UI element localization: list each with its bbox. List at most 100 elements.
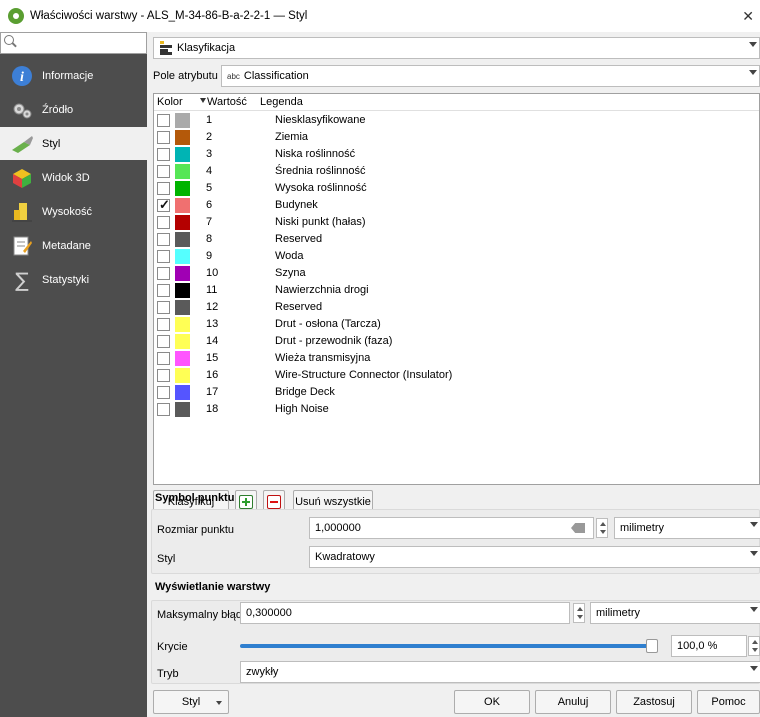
row-checkbox[interactable]: [157, 369, 170, 382]
sidebar-item-zrodlo[interactable]: Źródło: [0, 93, 147, 126]
row-legend[interactable]: Nawierzchnia drogi: [275, 284, 369, 296]
table-row[interactable]: 1 Niesklasyfikowane: [154, 112, 759, 129]
row-checkbox[interactable]: [157, 131, 170, 144]
row-legend[interactable]: Wysoka roślinność: [275, 182, 367, 194]
attribute-select[interactable]: abc Classification: [221, 65, 760, 87]
row-legend[interactable]: Średnia roślinność: [275, 165, 366, 177]
close-icon[interactable]: ✕: [742, 8, 754, 25]
column-header-value[interactable]: Wartość: [207, 96, 247, 108]
row-checkbox[interactable]: [157, 301, 170, 314]
color-swatch[interactable]: [175, 113, 190, 128]
color-swatch[interactable]: [175, 232, 190, 247]
row-checkbox[interactable]: [157, 267, 170, 280]
max-error-input[interactable]: 0,300000: [240, 602, 570, 624]
row-checkbox[interactable]: [157, 352, 170, 365]
row-legend[interactable]: Wire-Structure Connector (Insulator): [275, 369, 452, 381]
color-swatch[interactable]: [175, 215, 190, 230]
color-swatch[interactable]: [175, 266, 190, 281]
row-legend[interactable]: Wieża transmisyjna: [275, 352, 370, 364]
color-swatch[interactable]: [175, 368, 190, 383]
row-checkbox[interactable]: [157, 233, 170, 246]
row-checkbox[interactable]: [157, 403, 170, 416]
color-swatch[interactable]: [175, 334, 190, 349]
table-row[interactable]: 8 Reserved: [154, 231, 759, 248]
opacity-slider[interactable]: [240, 644, 652, 648]
sidebar-item-metadane[interactable]: Metadane: [0, 229, 147, 262]
row-legend[interactable]: Drut - osłona (Tarcza): [275, 318, 381, 330]
table-row[interactable]: 14 Drut - przewodnik (faza): [154, 333, 759, 350]
style-menu-button[interactable]: Styl: [153, 690, 229, 714]
color-swatch[interactable]: [175, 283, 190, 298]
row-checkbox[interactable]: [157, 148, 170, 161]
sidebar-item-styl[interactable]: Styl: [0, 127, 147, 160]
cancel-button[interactable]: Anuluj: [535, 690, 611, 714]
max-error-spinner[interactable]: [573, 603, 585, 623]
table-row[interactable]: 12 Reserved: [154, 299, 759, 316]
row-checkbox[interactable]: [157, 197, 170, 213]
row-legend[interactable]: Niska roślinność: [275, 148, 355, 160]
row-legend[interactable]: Ziemia: [275, 131, 308, 143]
row-legend[interactable]: Budynek: [275, 199, 318, 211]
blend-mode-select[interactable]: zwykły: [240, 661, 760, 683]
opacity-spinner[interactable]: [748, 636, 760, 656]
row-checkbox[interactable]: [157, 318, 170, 331]
table-row[interactable]: 4 Średnia roślinność: [154, 163, 759, 180]
clear-icon[interactable]: [571, 523, 585, 533]
color-swatch[interactable]: [175, 300, 190, 315]
help-button[interactable]: Pomoc: [697, 690, 760, 714]
color-swatch[interactable]: [175, 249, 190, 264]
row-legend[interactable]: High Noise: [275, 403, 329, 415]
row-legend[interactable]: Reserved: [275, 233, 322, 245]
row-checkbox[interactable]: [157, 216, 170, 229]
row-checkbox[interactable]: [157, 182, 170, 195]
sidebar-item-statystyki[interactable]: ∑ Statystyki: [0, 263, 147, 296]
row-legend[interactable]: Niesklasyfikowane: [275, 114, 365, 126]
opacity-slider-handle[interactable]: [646, 639, 658, 653]
color-swatch[interactable]: [175, 385, 190, 400]
max-error-unit-select[interactable]: milimetry: [590, 602, 760, 624]
point-size-unit-select[interactable]: milimetry: [614, 517, 760, 539]
sidebar-item-widok-3d[interactable]: Widok 3D: [0, 161, 147, 194]
table-row[interactable]: 11 Nawierzchnia drogi: [154, 282, 759, 299]
row-checkbox[interactable]: [157, 114, 170, 127]
table-row[interactable]: 6 Budynek: [154, 197, 759, 214]
renderer-select[interactable]: Klasyfikacja: [153, 37, 760, 59]
color-swatch[interactable]: [175, 351, 190, 366]
row-legend[interactable]: Niski punkt (hałas): [275, 216, 365, 228]
table-row[interactable]: 17 Bridge Deck: [154, 384, 759, 401]
color-swatch[interactable]: [175, 147, 190, 162]
color-swatch[interactable]: [175, 317, 190, 332]
row-checkbox[interactable]: [157, 386, 170, 399]
color-swatch[interactable]: [175, 164, 190, 179]
row-checkbox[interactable]: [157, 165, 170, 178]
opacity-input[interactable]: 100,0 %: [671, 635, 747, 657]
point-size-spinner[interactable]: [596, 518, 608, 538]
row-legend[interactable]: Szyna: [275, 267, 306, 279]
row-checkbox[interactable]: [157, 284, 170, 297]
sidebar-item-wysokosc[interactable]: Wysokość: [0, 195, 147, 228]
table-row[interactable]: 3 Niska roślinność: [154, 146, 759, 163]
color-swatch[interactable]: [175, 181, 190, 196]
row-legend[interactable]: Bridge Deck: [275, 386, 335, 398]
table-row[interactable]: 7 Niski punkt (hałas): [154, 214, 759, 231]
table-row[interactable]: 10 Szyna: [154, 265, 759, 282]
apply-button[interactable]: Zastosuj: [616, 690, 692, 714]
table-row[interactable]: 13 Drut - osłona (Tarcza): [154, 316, 759, 333]
table-row[interactable]: 18 High Noise: [154, 401, 759, 418]
search-input[interactable]: [0, 32, 147, 54]
color-swatch[interactable]: [175, 198, 190, 213]
table-row[interactable]: 9 Woda: [154, 248, 759, 265]
row-checkbox[interactable]: [157, 335, 170, 348]
row-legend[interactable]: Woda: [275, 250, 304, 262]
table-row[interactable]: 5 Wysoka roślinność: [154, 180, 759, 197]
row-checkbox[interactable]: [157, 250, 170, 263]
table-row[interactable]: 15 Wieża transmisyjna: [154, 350, 759, 367]
row-legend[interactable]: Reserved: [275, 301, 322, 313]
table-row[interactable]: 2 Ziemia: [154, 129, 759, 146]
color-swatch[interactable]: [175, 130, 190, 145]
column-header-color[interactable]: Kolor: [157, 96, 183, 108]
point-size-input[interactable]: 1,000000: [309, 517, 594, 539]
sidebar-item-informacje[interactable]: i Informacje: [0, 59, 147, 92]
color-swatch[interactable]: [175, 402, 190, 417]
table-row[interactable]: 16 Wire-Structure Connector (Insulator): [154, 367, 759, 384]
